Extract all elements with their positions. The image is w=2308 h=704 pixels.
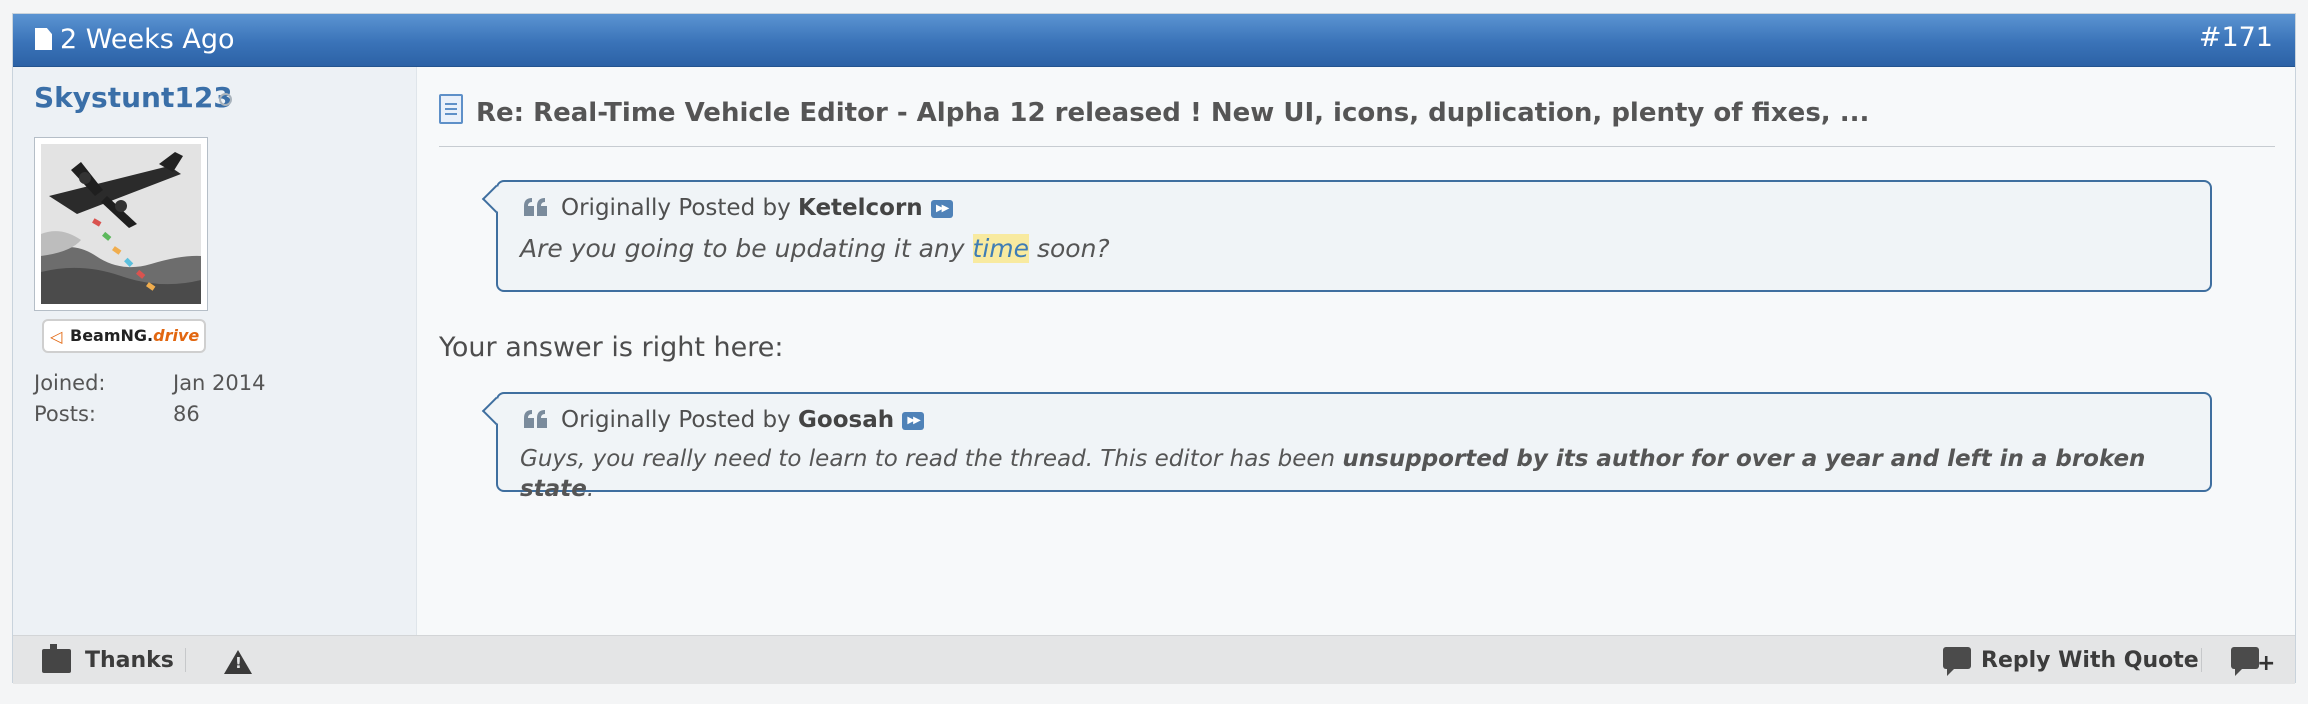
- posts-value: 86: [173, 402, 200, 426]
- title-divider: [439, 146, 2275, 147]
- thanks-button[interactable]: Thanks: [85, 647, 174, 675]
- quote-author: Goosah: [798, 407, 895, 433]
- rank-badge: ◁ BeamNG.drive: [42, 319, 206, 353]
- warning-icon[interactable]: [224, 650, 252, 674]
- beamng-logo-icon: ◁: [50, 327, 63, 346]
- reply-text: Your answer is right here:: [439, 332, 784, 363]
- quote-marks-icon: [524, 198, 547, 216]
- search-highlight: time: [972, 234, 1029, 263]
- quote-block: Originally Posted by Goosah ▶▶ Guys, you …: [496, 392, 2212, 502]
- document-icon: [439, 94, 463, 124]
- username-link[interactable]: Skystunt123: [34, 81, 233, 115]
- divider: [185, 648, 186, 672]
- reply-with-quote-button[interactable]: Reply With Quote: [1981, 647, 2199, 675]
- avatar-image: [41, 144, 201, 304]
- post-content: Re: Real-Time Vehicle Editor - Alpha 12 …: [417, 67, 2295, 635]
- quote-header: Originally Posted by Goosah ▶▶: [561, 405, 925, 435]
- posts-label: Posts:: [34, 402, 96, 426]
- post-number-link[interactable]: #171: [2199, 21, 2273, 55]
- post-title: Re: Real-Time Vehicle Editor - Alpha 12 …: [476, 98, 1870, 128]
- page-icon: [35, 28, 52, 50]
- quote-header: Originally Posted by Ketelcorn ▶▶: [561, 193, 953, 223]
- thanks-icon[interactable]: [42, 644, 71, 673]
- user-info-panel: Skystunt123 ◁ BeamNG.drive Joined: Jan 2…: [13, 67, 417, 635]
- rank-badge-text: BeamNG.drive: [70, 326, 200, 345]
- quote-marks-icon: [524, 410, 547, 428]
- post-footer: Thanks Reply With Quote +: [13, 635, 2295, 684]
- avatar[interactable]: [34, 137, 208, 311]
- joined-value: Jan 2014: [173, 371, 266, 395]
- quote-block: Originally Posted by Ketelcorn ▶▶ Are you…: [496, 180, 2212, 292]
- reply-quote-icon[interactable]: [1943, 647, 1971, 676]
- post-date: 2 Weeks Ago: [60, 24, 235, 55]
- offline-status-icon: [219, 93, 232, 106]
- view-post-arrow-icon[interactable]: ▶▶: [902, 411, 925, 430]
- multi-quote-icon[interactable]: [2231, 647, 2259, 676]
- view-post-arrow-icon[interactable]: ▶▶: [930, 199, 953, 218]
- forum-post: 2 Weeks Ago #171 Skystunt123 ◁ BeamNG.dr…: [12, 13, 2296, 684]
- divider: [2201, 648, 2202, 672]
- multi-quote-plus-icon: +: [2257, 651, 2276, 676]
- joined-label: Joined:: [34, 371, 106, 395]
- post-header: 2 Weeks Ago #171: [13, 14, 2295, 67]
- quote-author: Ketelcorn: [798, 195, 923, 221]
- quote-text: Guys, you really need to learn to read t…: [520, 446, 2146, 502]
- quote-text: Are you going to be updating it any time…: [520, 234, 1110, 263]
